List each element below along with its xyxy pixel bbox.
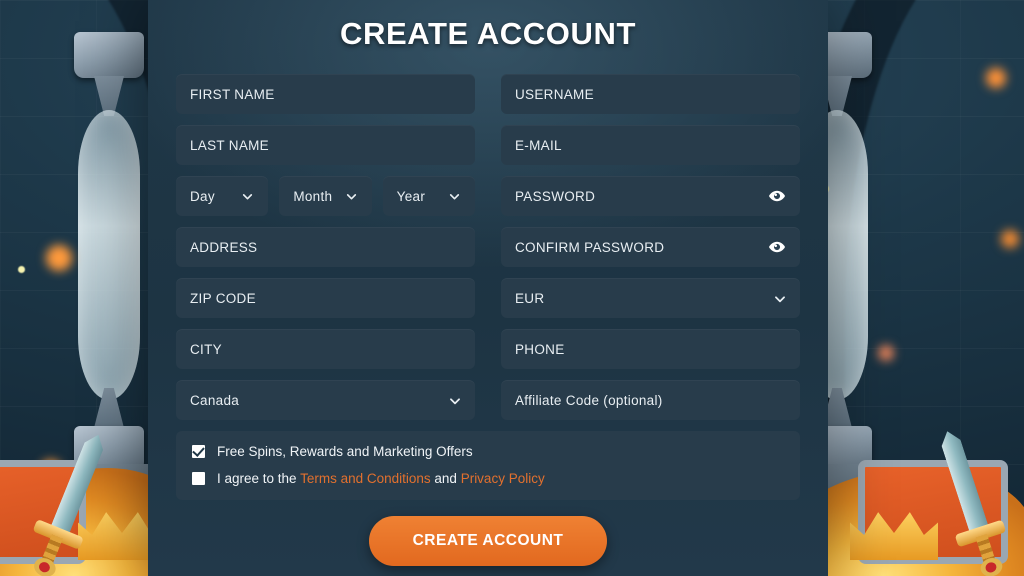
password-input[interactable]: PASSWORD (501, 176, 800, 216)
phone-placeholder: PHONE (515, 341, 565, 357)
chevron-down-icon (773, 292, 786, 305)
birth-day-value: Day (190, 188, 215, 204)
last-name-input[interactable]: LAST NAME (176, 125, 475, 165)
confirm-password-input[interactable]: CONFIRM PASSWORD (501, 227, 800, 267)
phone-input[interactable]: PHONE (501, 329, 800, 369)
terms-consent-label: I agree to the Terms and Conditions and … (217, 471, 545, 486)
affiliate-code-placeholder: Affiliate Code (optional) (515, 392, 663, 408)
glow-particle (1001, 230, 1019, 248)
terms-and-conditions-link[interactable]: Terms and Conditions (300, 471, 431, 486)
username-input[interactable]: USERNAME (501, 74, 800, 114)
form-left-column: FIRST NAME LAST NAME Day Month Year ADDR… (176, 74, 475, 420)
terms-checkbox[interactable] (192, 472, 205, 485)
city-placeholder: CITY (190, 341, 222, 357)
email-placeholder: E-MAIL (515, 137, 562, 153)
birth-day-select[interactable]: Day (176, 176, 269, 216)
username-placeholder: USERNAME (515, 86, 594, 102)
birth-year-select[interactable]: Year (382, 176, 475, 216)
signup-form: FIRST NAME LAST NAME Day Month Year ADDR… (176, 74, 800, 420)
confirm-password-placeholder: CONFIRM PASSWORD (515, 239, 665, 255)
date-of-birth-group: Day Month Year (176, 176, 475, 216)
zip-code-input[interactable]: ZIP CODE (176, 278, 475, 318)
chevron-down-icon (241, 190, 254, 203)
signup-screen: CREATE ACCOUNT FIRST NAME LAST NAME Day (0, 0, 1024, 576)
submit-area: CREATE ACCOUNT (176, 516, 800, 566)
zip-code-placeholder: ZIP CODE (190, 290, 256, 306)
password-placeholder: PASSWORD (515, 188, 596, 204)
first-name-placeholder: FIRST NAME (190, 86, 275, 102)
page-title: CREATE ACCOUNT (340, 16, 636, 51)
currency-value: EUR (515, 290, 545, 306)
consent-block: Free Spins, Rewards and Marketing Offers… (176, 431, 800, 500)
create-account-button[interactable]: CREATE ACCOUNT (368, 516, 608, 566)
eye-icon[interactable] (768, 241, 786, 254)
birth-month-value: Month (293, 188, 333, 204)
marketing-consent-row[interactable]: Free Spins, Rewards and Marketing Offers (192, 444, 784, 459)
marketing-checkbox[interactable] (192, 445, 205, 458)
last-name-placeholder: LAST NAME (190, 137, 269, 153)
privacy-policy-link[interactable]: Privacy Policy (461, 471, 545, 486)
chevron-down-icon (448, 190, 461, 203)
address-placeholder: ADDRESS (190, 239, 258, 255)
country-value: Canada (190, 392, 240, 408)
city-input[interactable]: CITY (176, 329, 475, 369)
country-select[interactable]: Canada (176, 380, 475, 420)
marketing-consent-label: Free Spins, Rewards and Marketing Offers (217, 444, 473, 459)
signup-panel: CREATE ACCOUNT FIRST NAME LAST NAME Day (148, 0, 828, 576)
currency-select[interactable]: EUR (501, 278, 800, 318)
birth-year-value: Year (396, 188, 426, 204)
glow-particle (986, 68, 1006, 88)
glow-particle (878, 345, 894, 361)
terms-prefix-text: I agree to the (217, 471, 301, 486)
glow-particle (18, 266, 25, 273)
address-input[interactable]: ADDRESS (176, 227, 475, 267)
terms-consent-row[interactable]: I agree to the Terms and Conditions and … (192, 471, 784, 486)
chevron-down-icon (448, 394, 461, 407)
eye-icon[interactable] (768, 190, 786, 203)
terms-conjunction-text: and (430, 471, 461, 486)
affiliate-code-input[interactable]: Affiliate Code (optional) (501, 380, 800, 420)
email-input[interactable]: E-MAIL (501, 125, 800, 165)
birth-month-select[interactable]: Month (279, 176, 372, 216)
form-right-column: USERNAME E-MAIL PASSWORD CONFIRM PASSWOR… (501, 74, 800, 420)
glow-particle (46, 245, 72, 271)
chevron-down-icon (345, 190, 358, 203)
first-name-input[interactable]: FIRST NAME (176, 74, 475, 114)
